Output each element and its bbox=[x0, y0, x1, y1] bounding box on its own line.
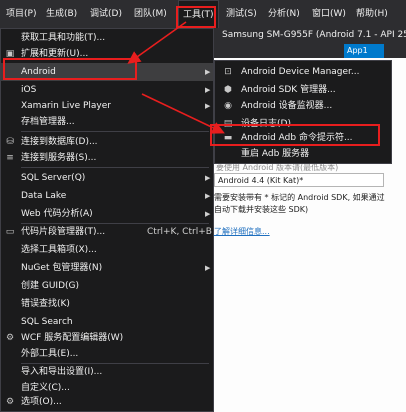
learn-more-link[interactable]: 了解详细信息... bbox=[214, 227, 270, 236]
submenu-item-label: Android 设备监视器... bbox=[241, 101, 333, 111]
menu-item-web-code-analysis[interactable]: Web 代码分析(A) ▶ bbox=[1, 205, 213, 223]
android-submenu: ⊡ Android Device Manager... ⬢ Android SDK … bbox=[214, 60, 392, 164]
submenu-item-device-monitor[interactable]: ◉ Android 设备监视器... bbox=[215, 97, 391, 115]
menu-separator bbox=[21, 167, 209, 168]
menu-item-error-lookup[interactable]: 错误查找(K) bbox=[1, 295, 213, 313]
menu-item-label: 存档管理器... bbox=[21, 117, 75, 127]
adb-item-highlight bbox=[210, 124, 380, 146]
menu-item-label: Data Lake bbox=[21, 191, 67, 201]
menu-item-label: 选项(O)... bbox=[21, 397, 62, 407]
editor-line-2: 需要安装带有 * 标记的 Android SDK, 如果通过 bbox=[214, 193, 385, 202]
menu-item-label: 选择工具箱项(X)... bbox=[21, 245, 97, 255]
server-connect-icon: ≡ bbox=[6, 153, 14, 163]
menu-item-label: 创建 GUID(G) bbox=[21, 281, 80, 291]
menu-item-label: 代码片段管理器(T)... bbox=[21, 227, 106, 237]
menu-help[interactable]: 帮助(H) bbox=[352, 0, 392, 28]
menu-item-label: NuGet 包管理器(N) bbox=[21, 263, 103, 273]
submenu-arrow-icon: ▶ bbox=[205, 174, 211, 182]
sdk-manager-icon: ⬢ bbox=[224, 85, 232, 95]
menu-team[interactable]: 团队(M) bbox=[130, 0, 171, 28]
tab-app1[interactable]: App1 bbox=[344, 44, 384, 58]
submenu-arrow-icon: ▶ bbox=[205, 68, 211, 76]
learn-more-link-wrap: 了解详细信息... bbox=[214, 226, 270, 237]
target-android-version-select[interactable]: Android 4.4 (Kit Kat)* bbox=[214, 173, 384, 187]
menu-item-label: 错误查找(K) bbox=[21, 299, 70, 309]
menu-test[interactable]: 测试(S) bbox=[222, 0, 261, 28]
menu-item-sql-server[interactable]: SQL Server(Q) ▶ bbox=[1, 169, 213, 187]
menu-item-connect-server[interactable]: ≡ 连接到服务器(S)... bbox=[1, 149, 213, 167]
submenu-arrow-icon: ▶ bbox=[205, 264, 211, 272]
menu-item-choose-toolbox-items[interactable]: 选择工具箱项(X)... bbox=[1, 241, 213, 259]
tools-dropdown-menu: 获取工具和功能(T)... ▣ 扩展和更新(U)... Android ▶ iOS ▶… bbox=[0, 28, 214, 412]
menu-window[interactable]: 窗口(W) bbox=[308, 0, 350, 28]
device-manager-icon: ⊡ bbox=[224, 67, 232, 77]
menu-item-external-tools[interactable]: 外部工具(E)... bbox=[1, 345, 213, 363]
menu-build[interactable]: 生成(B) bbox=[42, 0, 81, 28]
submenu-item-device-manager[interactable]: ⊡ Android Device Manager... bbox=[215, 63, 391, 81]
menu-item-create-guid[interactable]: 创建 GUID(G) bbox=[1, 277, 213, 295]
submenu-item-label: Android Device Manager... bbox=[241, 67, 360, 77]
menu-item-label: Web 代码分析(A) bbox=[21, 209, 93, 219]
menu-item-shortcut: Ctrl+K, Ctrl+B bbox=[147, 227, 212, 237]
submenu-arrow-icon: ▶ bbox=[205, 210, 211, 218]
device-selector[interactable]: Samsung SM-G955F (Android 7.1 - API 25) bbox=[222, 30, 406, 40]
menu-item-label: 外部工具(E)... bbox=[21, 349, 79, 359]
gear-icon: ⚙ bbox=[5, 397, 15, 407]
menu-project[interactable]: 项目(P) bbox=[2, 0, 40, 28]
menu-item-archive-manager[interactable]: 存档管理器... bbox=[1, 113, 213, 131]
submenu-item-label: 重启 Adb 服务器 bbox=[241, 149, 310, 159]
editor-line-3: 自动下载并安装这些 SDK) bbox=[214, 205, 309, 214]
tools-menu-highlight bbox=[176, 6, 216, 28]
menu-analyze[interactable]: 分析(N) bbox=[264, 0, 304, 28]
menu-debug[interactable]: 调试(D) bbox=[86, 0, 126, 28]
menu-item-snippet-manager[interactable]: ▭ 代码片段管理器(T)... Ctrl+K, Ctrl+B bbox=[1, 223, 213, 241]
snippet-manager-icon: ▭ bbox=[5, 227, 15, 237]
wcf-config-icon: ⚙ bbox=[5, 333, 15, 343]
menu-item-options[interactable]: ⚙ 选项(O)... bbox=[1, 393, 213, 411]
submenu-arrow-icon: ▶ bbox=[205, 192, 211, 200]
menu-item-data-lake[interactable]: Data Lake ▶ bbox=[1, 187, 213, 205]
menu-item-label: 连接到服务器(S)... bbox=[21, 153, 97, 163]
menu-item-nuget[interactable]: NuGet 包管理器(N) ▶ bbox=[1, 259, 213, 277]
menu-item-label: SQL Server(Q) bbox=[21, 173, 86, 183]
device-monitor-icon: ◉ bbox=[224, 101, 232, 111]
submenu-item-restart-adb[interactable]: 重启 Adb 服务器 bbox=[215, 145, 391, 163]
database-connect-icon: ⛁ bbox=[6, 137, 14, 147]
menu-separator bbox=[21, 131, 209, 132]
android-item-highlight bbox=[3, 58, 137, 80]
